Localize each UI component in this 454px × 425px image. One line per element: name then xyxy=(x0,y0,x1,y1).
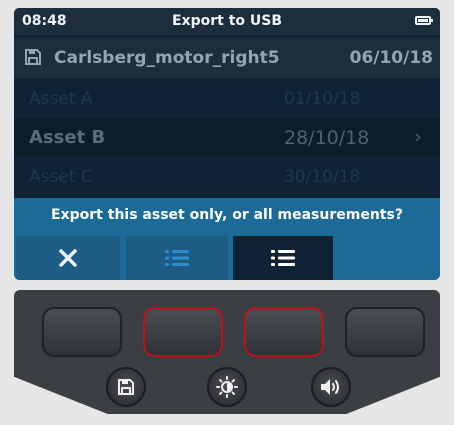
hardkey-2[interactable] xyxy=(143,307,223,357)
export-prompt: Export this asset only, or all measureme… xyxy=(14,198,440,232)
brightness-button[interactable] xyxy=(207,367,247,407)
battery-icon xyxy=(415,16,433,25)
save-icon xyxy=(118,379,134,395)
chevron-right-icon: › xyxy=(414,126,422,148)
list-icon xyxy=(271,250,295,266)
device-keypad-area xyxy=(0,290,454,425)
list-item-asset-a[interactable]: Asset A 01/10/18 xyxy=(14,80,440,118)
device-screen: 08:48 Export to USB Carlsberg_motor_righ… xyxy=(14,8,440,280)
volume-icon xyxy=(321,379,339,395)
softkey-bar xyxy=(14,232,440,280)
asset-name: Asset C xyxy=(29,167,93,187)
list-icon xyxy=(165,250,189,266)
asset-date: 28/10/18 xyxy=(284,127,370,149)
file-date: 06/10/18 xyxy=(349,48,433,68)
cancel-softkey[interactable] xyxy=(16,236,120,280)
screen-title: Export to USB xyxy=(171,13,282,29)
hardkey-1[interactable] xyxy=(42,307,122,357)
status-bar: 08:48 Export to USB xyxy=(14,8,440,35)
export-all-softkey[interactable] xyxy=(233,236,333,280)
brightness-icon xyxy=(216,376,238,398)
export-asset-only-softkey[interactable] xyxy=(126,236,228,280)
asset-name: Asset A xyxy=(29,89,93,109)
file-name: Carlsberg_motor_right5 xyxy=(54,48,280,68)
save-icon xyxy=(25,49,41,65)
file-header: Carlsberg_motor_right5 06/10/18 xyxy=(14,38,440,78)
asset-date: 30/10/18 xyxy=(284,167,361,187)
hardkey-4[interactable] xyxy=(345,307,425,357)
list-item-asset-c[interactable]: Asset C 30/10/18 xyxy=(14,158,440,196)
save-button[interactable] xyxy=(106,367,146,407)
hardkey-3[interactable] xyxy=(244,307,324,357)
asset-name: Asset B xyxy=(29,127,106,148)
volume-button[interactable] xyxy=(311,367,351,407)
asset-date: 01/10/18 xyxy=(284,89,361,109)
list-item-asset-b[interactable]: Asset B 28/10/18 › xyxy=(14,118,440,156)
close-icon xyxy=(59,249,77,267)
